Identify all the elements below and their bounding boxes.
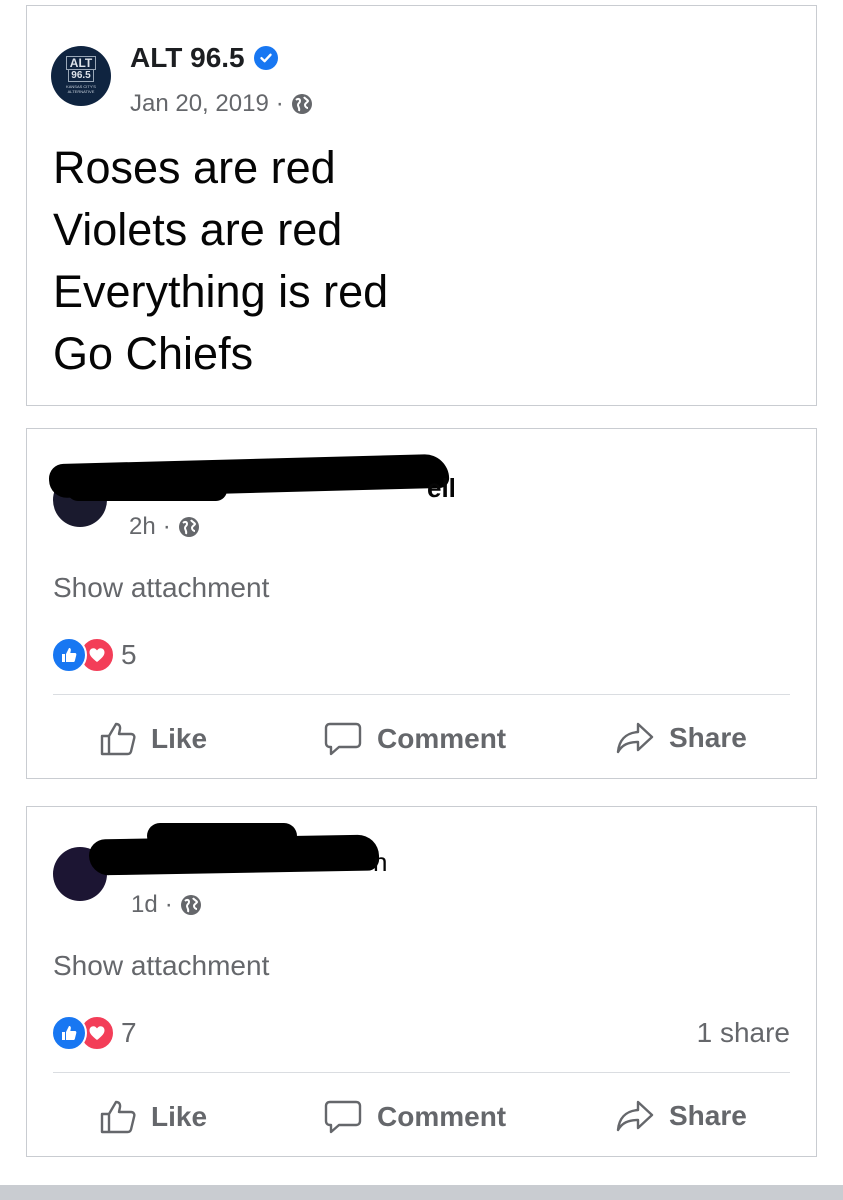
like-label: Like [151, 1101, 208, 1132]
show-attachment-link[interactable]: Show attachment [53, 950, 269, 982]
post-body: Roses are red Violets are red Everything… [53, 137, 388, 385]
like-button[interactable]: Like [99, 721, 207, 757]
commenter-name-fragment[interactable]: n [373, 847, 387, 878]
globe-icon [291, 93, 313, 115]
share-icon [616, 722, 654, 754]
bottom-bar [0, 1185, 843, 1200]
page-avatar[interactable]: ALT 96.5 KANSAS CITY'S ALTERNATIVE [51, 46, 111, 106]
show-attachment-link[interactable]: Show attachment [53, 572, 269, 604]
redaction-mark [147, 823, 297, 849]
reaction-count: 7 [121, 1017, 137, 1048]
comment-icon [324, 722, 362, 756]
share-button[interactable]: Share [615, 1099, 747, 1133]
like-reaction-icon [51, 637, 87, 673]
post-card: ALT 96.5 KANSAS CITY'S ALTERNATIVE ALT 9… [26, 5, 817, 406]
post-line: Everything is red [53, 266, 389, 317]
globe-icon [180, 894, 202, 916]
verified-badge-icon [253, 46, 278, 70]
separator: · [275, 90, 284, 117]
post-line: Violets are red [53, 204, 343, 255]
like-reaction-icon [51, 1015, 87, 1051]
comment-card: ell 2h · Show attachment 5 Like Comment … [26, 428, 817, 779]
reactions-summary[interactable]: 5 [51, 637, 137, 673]
separator: · [164, 891, 173, 918]
comment-time[interactable]: 1d [131, 891, 158, 919]
redaction-mark [67, 479, 227, 501]
comment-time[interactable]: 2h [129, 513, 156, 541]
comment-meta: 1d · [131, 891, 202, 919]
comment-meta: 2h · [129, 513, 200, 541]
post-line: Go Chiefs [53, 328, 254, 379]
logo-tagline: KANSAS CITY'S ALTERNATIVE [66, 84, 96, 94]
like-button[interactable]: Like [99, 1099, 207, 1135]
share-icon [616, 1100, 654, 1132]
separator: · [162, 513, 171, 540]
post-date[interactable]: Jan 20, 2019 [130, 90, 269, 118]
comment-label: Comment [377, 1101, 507, 1132]
logo-text-num: 96.5 [68, 70, 94, 82]
post-meta: Jan 20, 2019 · [130, 90, 313, 118]
share-label: Share [669, 1100, 747, 1131]
page-name[interactable]: ALT 96.5 [130, 42, 245, 74]
divider [53, 694, 790, 695]
commenter-name-fragment[interactable]: ell [427, 473, 456, 504]
divider [53, 1072, 790, 1073]
comment-label: Comment [377, 723, 507, 754]
page-name-row: ALT 96.5 [130, 42, 278, 74]
post-line: Roses are red [53, 142, 336, 193]
reaction-count: 5 [121, 639, 137, 670]
share-button[interactable]: Share [615, 721, 747, 755]
share-count[interactable]: 1 share [697, 1017, 790, 1049]
comment-card: n 1d · Show attachment 7 1 share Like Co… [26, 806, 817, 1157]
comment-icon [324, 1100, 362, 1134]
logo-text-top: ALT [65, 56, 97, 70]
comment-button[interactable]: Comment [323, 1099, 506, 1135]
like-icon [100, 1100, 136, 1134]
globe-icon [178, 516, 200, 538]
like-label: Like [151, 723, 208, 754]
like-icon [100, 722, 136, 756]
reactions-summary[interactable]: 7 [51, 1015, 137, 1051]
share-label: Share [669, 722, 747, 753]
comment-button[interactable]: Comment [323, 721, 506, 757]
